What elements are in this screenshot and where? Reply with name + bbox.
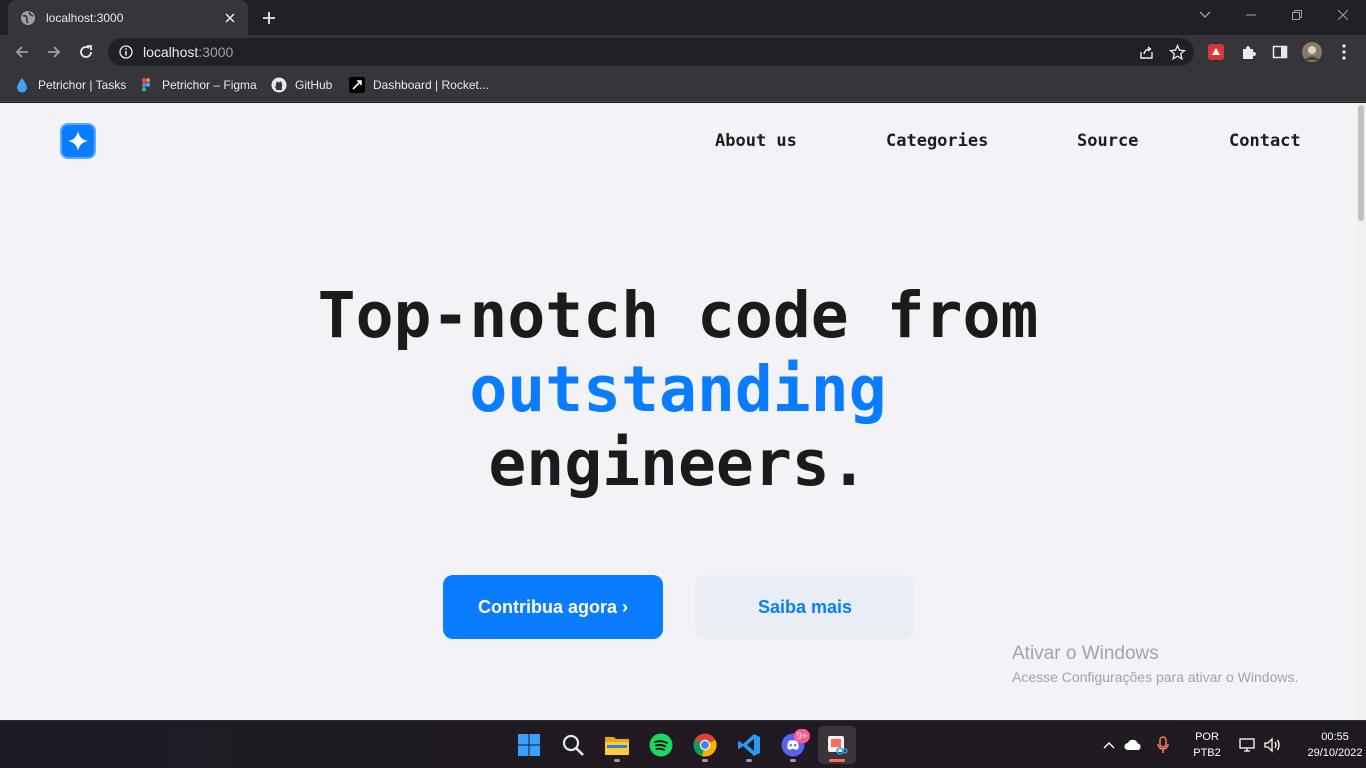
windows-logo-icon	[518, 734, 540, 756]
water-drop-icon	[14, 77, 30, 93]
activation-subtitle: Acesse Configurações para ativar o Windo…	[1012, 669, 1299, 685]
tab-title: localhost:3000	[46, 10, 124, 25]
notification-badge: 9+	[794, 729, 810, 743]
page-viewport: About us Categories Source Contact Top-n…	[0, 103, 1366, 720]
volume-icon[interactable]	[1260, 737, 1284, 753]
site-logo[interactable]	[60, 123, 96, 159]
globe-icon	[20, 10, 36, 26]
search-button[interactable]	[554, 726, 592, 764]
tab-strip: localhost:3000	[0, 0, 1366, 35]
running-indicator	[614, 759, 620, 762]
bookmark-label: Petrichor – Figma	[162, 78, 257, 92]
running-indicator	[790, 759, 796, 762]
bookmark-dashboard-rocket[interactable]: Dashboard | Rocket...	[349, 76, 489, 94]
site-info-icon[interactable]	[119, 45, 133, 59]
sparkle-icon	[68, 131, 88, 151]
bookmark-petrichor-tasks[interactable]: Petrichor | Tasks	[14, 76, 126, 94]
back-arrow-icon[interactable]	[10, 40, 34, 64]
spotify-button[interactable]	[642, 726, 680, 764]
activation-title: Ativar o Windows	[1012, 643, 1159, 664]
new-tab-button[interactable]	[258, 7, 280, 29]
side-panel-icon[interactable]	[1270, 42, 1290, 62]
url-text[interactable]: localhost:3000	[143, 44, 233, 60]
spotify-icon	[649, 733, 673, 757]
browser-tab[interactable]: localhost:3000	[8, 0, 248, 35]
onedrive-cloud-icon[interactable]	[1118, 739, 1148, 751]
system-tray: POR PTB2 00:55 29/10/2022	[1100, 721, 1366, 768]
windows-taskbar: 9+ POR PTB2 00:55 29/10/2022	[0, 720, 1366, 768]
bookmark-label: GitHub	[295, 78, 333, 92]
input-language[interactable]: POR PTB2	[1178, 729, 1236, 761]
omnibox-actions	[1138, 44, 1186, 61]
hero-line-1: Top-notch code from	[317, 279, 1039, 352]
page-scrollbar[interactable]	[1356, 103, 1366, 720]
search-icon	[562, 734, 584, 756]
hero-line-3: engineers.	[488, 427, 868, 500]
tab-search-chevron-icon[interactable]	[1182, 0, 1228, 30]
extension-red-icon[interactable]	[1206, 42, 1226, 62]
microphone-icon[interactable]	[1148, 736, 1178, 754]
address-bar[interactable]: localhost:3000	[108, 38, 1194, 66]
bookmarks-bar: Petrichor | Tasks Petrichor – Figma GitH…	[0, 69, 1366, 102]
close-tab-icon[interactable]	[222, 10, 238, 26]
running-indicator	[746, 759, 752, 762]
chrome-icon	[693, 733, 717, 757]
nav-contact[interactable]: Contact	[1229, 131, 1301, 151]
discord-button[interactable]: 9+	[774, 726, 812, 764]
url-host: localhost	[143, 44, 199, 60]
running-indicator	[829, 759, 845, 762]
snipping-tool-button[interactable]	[818, 726, 856, 764]
nav-source[interactable]: Source	[1077, 131, 1138, 151]
profile-avatar[interactable]	[1302, 42, 1322, 62]
learn-more-button[interactable]: Saiba mais	[695, 575, 915, 639]
keyboard-layout: PTB2	[1193, 747, 1221, 759]
chevron-up-icon[interactable]	[1100, 741, 1118, 749]
bookmark-label: Dashboard | Rocket...	[373, 78, 489, 92]
restore-button[interactable]	[1274, 0, 1320, 30]
window-controls	[1182, 0, 1366, 30]
clock-time: 00:55	[1321, 731, 1349, 743]
folder-icon	[605, 737, 629, 755]
contribute-button[interactable]: Contribua agora ›	[443, 575, 663, 639]
rocketseat-icon	[349, 77, 365, 93]
url-port: :3000	[198, 44, 234, 60]
bookmark-github[interactable]: GitHub	[271, 76, 332, 94]
windows-activation-watermark: Ativar o Windows Acesse Configurações pa…	[1012, 643, 1298, 685]
close-window-button[interactable]	[1320, 0, 1366, 30]
nav-categories[interactable]: Categories	[886, 131, 988, 151]
running-indicator	[702, 759, 708, 762]
menu-dots-icon[interactable]	[1334, 42, 1354, 62]
scrollbar-thumb[interactable]	[1358, 105, 1364, 221]
bookmark-star-icon[interactable]	[1169, 44, 1186, 61]
start-button[interactable]	[510, 726, 548, 764]
snipping-tool-icon	[828, 736, 848, 755]
bookmark-label: Petrichor | Tasks	[38, 78, 127, 92]
clock-date: 29/10/2022	[1307, 747, 1363, 759]
file-explorer-button[interactable]	[598, 726, 636, 764]
share-icon[interactable]	[1138, 44, 1155, 61]
vscode-icon	[738, 734, 760, 756]
forward-arrow-icon[interactable]	[42, 40, 66, 64]
minimize-button[interactable]	[1228, 0, 1274, 30]
chrome-button[interactable]	[686, 726, 724, 764]
bookmark-petrichor-figma[interactable]: Petrichor – Figma	[138, 76, 257, 94]
nav-about-us[interactable]: About us	[715, 131, 797, 151]
network-icon[interactable]	[1236, 737, 1260, 753]
extensions-puzzle-icon[interactable]	[1238, 42, 1258, 62]
browser-toolbar: localhost:3000	[0, 35, 1366, 69]
figma-icon	[138, 77, 154, 93]
reload-icon[interactable]	[74, 40, 98, 64]
hero-accent: outstanding	[469, 353, 887, 426]
language-code: POR	[1195, 731, 1219, 743]
clock[interactable]: 00:55 29/10/2022	[1292, 729, 1366, 761]
vscode-button[interactable]	[730, 726, 768, 764]
github-icon	[271, 77, 287, 93]
hero-heading: Top-notch code from outstanding engineer…	[0, 279, 1356, 501]
